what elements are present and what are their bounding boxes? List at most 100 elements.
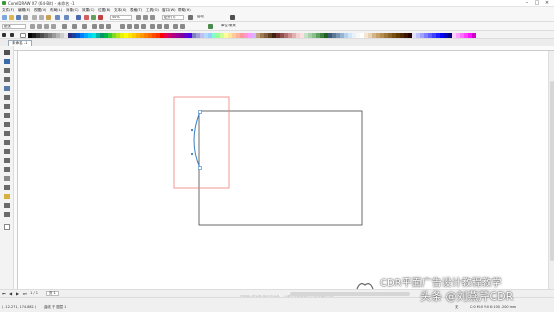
nudge-distance-icon[interactable] [62,24,67,29]
rotate-nodes-icon[interactable] [134,24,139,29]
shape-tool-icon[interactable] [10,33,14,37]
align-icon[interactable] [82,24,87,29]
snap-to-combo[interactable]: 贴齐(T) [162,15,184,20]
curve-smoothness-icon[interactable] [180,24,185,29]
smart-fill-icon[interactable] [4,194,10,199]
reflect-nodes-icon[interactable] [150,24,155,29]
rectangle-tool-icon[interactable] [4,104,10,109]
pick-tool-icon[interactable] [4,50,10,55]
color-swatch[interactable] [472,33,476,38]
interactive-fill-icon[interactable] [4,185,10,190]
last-page-button[interactable]: ⏭ [23,291,27,296]
vertical-scroll-thumb[interactable] [550,81,554,261]
zoom-tool-icon[interactable] [4,77,10,82]
color-eyedropper-icon[interactable] [4,176,10,181]
open-folder-icon[interactable] [9,15,14,20]
snap-icon[interactable] [208,24,213,29]
menu-effects[interactable]: 效果(C) [82,8,95,12]
shape-tool-icon[interactable] [4,59,10,64]
align-nodes-icon[interactable] [141,24,146,29]
add-tool-icon[interactable] [4,224,10,230]
paste-icon[interactable] [46,15,51,20]
transparency-icon[interactable] [4,167,10,172]
show-rulers-icon[interactable] [143,15,148,20]
menu-table[interactable]: 表格(T) [130,8,142,12]
save-icon[interactable] [16,15,21,20]
curve-node[interactable] [198,166,202,170]
minimize-button[interactable]: – [522,0,532,7]
crop-tool-icon[interactable] [4,68,10,73]
ellipse-tool-icon[interactable] [4,113,10,118]
publish-pdf-icon[interactable] [98,15,103,20]
maximize-button[interactable]: □ [532,0,542,7]
extract-subpath-icon[interactable] [120,24,125,29]
control-handle[interactable] [190,152,194,156]
vertical-scrollbar[interactable] [548,51,554,289]
artistic-media-icon[interactable] [4,95,10,100]
polygon-tool-icon[interactable] [4,122,10,127]
duplicate-distance-icon[interactable] [72,24,77,29]
all-pages-icon[interactable] [44,24,49,29]
window-title: CorelDRAW X7 (64-Bit) - 未命名 -1 [8,1,75,6]
close-button[interactable]: × [542,0,552,7]
no-color-swatch[interactable] [20,33,26,38]
portrait-icon[interactable] [30,24,35,29]
select-all-nodes-icon[interactable] [164,24,169,29]
menu-object[interactable]: 对象(C) [66,8,79,12]
menu-bitmaps[interactable]: 位图(B) [98,8,110,12]
paper-type-combo[interactable]: 纸张 [2,24,26,29]
undo-icon[interactable] [55,15,60,20]
import-icon[interactable] [84,15,89,20]
rectangle-shape[interactable] [198,110,363,226]
elastic-mode-icon[interactable] [157,24,162,29]
show-grid-icon[interactable] [150,15,155,20]
outline-pen-icon[interactable] [4,203,10,208]
connector-tool-icon[interactable] [4,149,10,154]
text-tool-icon[interactable] [4,131,10,136]
reduce-nodes-icon[interactable] [173,24,178,29]
stretch-nodes-icon[interactable] [127,24,132,29]
watermark-author: 头条 @刘燕芹CDR [420,290,514,303]
menu-edit[interactable]: 编辑(E) [18,8,30,12]
application-launcher[interactable]: 启动 [196,15,216,20]
drop-shadow-icon[interactable] [4,158,10,163]
menu-text[interactable]: 文本(X) [114,8,126,12]
previous-page-button[interactable]: ◀ [9,291,12,296]
menu-help[interactable]: 帮助(H) [178,8,191,12]
parallel-dimension-icon[interactable] [4,140,10,145]
copy-icon[interactable] [39,15,44,20]
zoom-level-combo[interactable]: 50% [110,15,132,20]
options-gear-icon[interactable] [188,15,193,20]
search-content-icon[interactable] [76,15,81,20]
landscape-icon[interactable] [37,24,42,29]
export-icon[interactable] [91,15,96,20]
drawing-canvas[interactable] [18,51,548,289]
menu-file[interactable]: 文件(F) [2,8,14,12]
watermark: CDR平面广告设计教程教学 头条 @刘燕芹CDR [350,276,554,306]
next-page-button[interactable]: ▶ [16,291,19,296]
curve-mode-icon[interactable] [92,24,97,29]
first-page-button[interactable]: ⏮ [2,291,6,296]
print-icon[interactable] [23,15,28,20]
units-combo[interactable]: 单位:毫米 [220,24,244,29]
new-document-icon[interactable] [2,15,7,20]
current-page-icon[interactable] [51,24,56,29]
fill-icon[interactable] [4,212,10,217]
smooth-node-icon[interactable] [99,24,104,29]
curve-node[interactable] [198,110,202,114]
pick-tool-icon[interactable] [2,33,6,37]
color-palette-bar [0,31,554,39]
menu-tools[interactable]: 工具(O) [146,8,159,12]
page-tab[interactable]: 页 1 [46,291,59,296]
cut-icon[interactable] [32,15,37,20]
menu-layout[interactable]: 布局(L) [50,8,62,12]
full-screen-icon[interactable] [136,15,141,20]
redo-icon[interactable] [64,15,69,20]
reverse-direction-icon[interactable] [106,24,111,29]
control-handle[interactable] [190,128,194,132]
menu-window[interactable]: 窗口(W) [162,8,176,12]
property-bar: 纸张 单位:毫米 [0,22,554,31]
quick-customize-icon[interactable] [230,15,235,20]
freehand-tool-icon[interactable] [4,86,10,91]
menu-view[interactable]: 视图(V) [34,8,46,12]
